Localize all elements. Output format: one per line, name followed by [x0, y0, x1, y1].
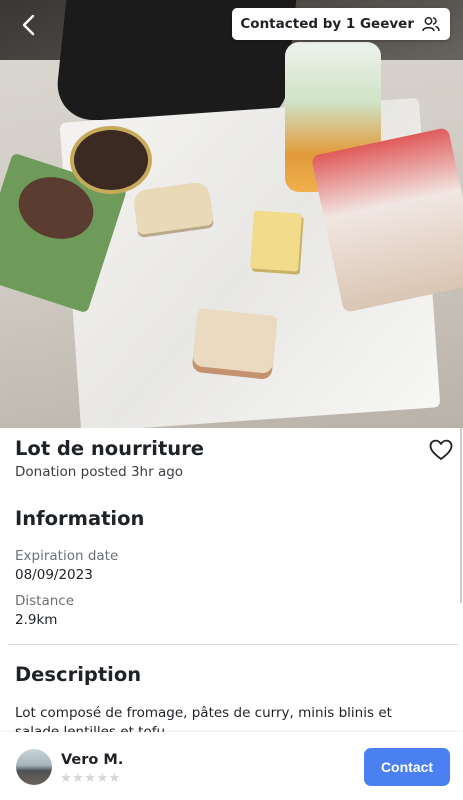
- photo-cheese: [192, 307, 278, 375]
- contact-button[interactable]: Contact: [364, 748, 450, 786]
- distance-value: 2.9km: [15, 612, 58, 628]
- favorite-button[interactable]: [428, 437, 454, 463]
- information-heading: Information: [15, 507, 145, 530]
- description-text: Lot composé de fromage, pâtes de curry, …: [15, 705, 392, 732]
- avatar[interactable]: [16, 749, 52, 785]
- expiration-label: Expiration date: [15, 548, 119, 564]
- listing-details: Lot de nourriture Donation posted 3hr ag…: [0, 428, 463, 732]
- contacted-label: Contacted by 1 Geever: [240, 16, 414, 32]
- back-arrow-icon: [22, 14, 35, 36]
- listing-photo[interactable]: Contacted by 1 Geever: [0, 0, 463, 428]
- expiration-value: 08/09/2023: [15, 567, 93, 583]
- scrollbar[interactable]: [460, 428, 462, 603]
- bottom-bar: Vero M. ★★★★★ Contact: [0, 732, 463, 800]
- section-divider: [8, 644, 458, 645]
- photo-jar: [70, 126, 152, 194]
- user-name[interactable]: Vero M.: [61, 752, 123, 768]
- heart-icon: [429, 439, 453, 460]
- users-icon: [422, 17, 440, 32]
- back-button[interactable]: [14, 10, 44, 40]
- contacted-badge[interactable]: Contacted by 1 Geever: [232, 8, 450, 40]
- photo-cheese: [250, 210, 302, 272]
- description-heading: Description: [15, 663, 142, 686]
- listing-title: Lot de nourriture: [15, 437, 205, 460]
- distance-label: Distance: [15, 593, 75, 609]
- rating-stars: ★★★★★: [60, 771, 121, 786]
- posted-time: Donation posted 3hr ago: [15, 464, 184, 480]
